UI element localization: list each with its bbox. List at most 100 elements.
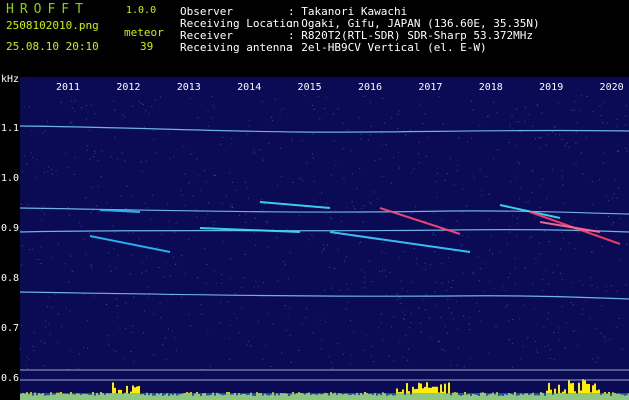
noise-dot bbox=[167, 203, 169, 205]
activity-base bbox=[578, 393, 580, 400]
noise-dot bbox=[227, 301, 229, 303]
noise-dot bbox=[381, 251, 383, 253]
noise-dot bbox=[454, 251, 456, 253]
noise-dot bbox=[506, 242, 508, 244]
noise-dot bbox=[424, 220, 426, 222]
activity-base bbox=[318, 393, 320, 400]
noise-dot bbox=[94, 152, 96, 154]
noise-dot bbox=[72, 270, 74, 272]
noise-dot bbox=[125, 302, 127, 304]
activity-base bbox=[322, 393, 324, 400]
activity-base bbox=[156, 393, 158, 400]
noise-dot bbox=[573, 219, 575, 221]
activity-base bbox=[508, 393, 510, 400]
noise-dot bbox=[57, 243, 59, 245]
noise-dot bbox=[322, 244, 324, 246]
noise-dot bbox=[282, 260, 284, 262]
noise-dot bbox=[43, 172, 45, 174]
noise-dot bbox=[433, 250, 435, 252]
activity-base bbox=[128, 393, 130, 400]
noise-dot bbox=[165, 263, 167, 265]
noise-dot bbox=[595, 327, 597, 329]
noise-dot bbox=[561, 175, 563, 177]
noise-dot bbox=[607, 216, 609, 218]
noise-dot bbox=[354, 208, 356, 210]
noise-dot bbox=[146, 257, 148, 259]
activity-base bbox=[448, 393, 450, 400]
activity-base bbox=[598, 393, 600, 400]
activity-base bbox=[332, 393, 334, 400]
noise-dot bbox=[213, 174, 215, 176]
noise-dot bbox=[492, 253, 494, 255]
noise-dot bbox=[508, 320, 510, 322]
noise-dot bbox=[252, 149, 254, 151]
activity-base bbox=[248, 393, 250, 400]
noise-dot bbox=[222, 241, 224, 243]
activity-base bbox=[596, 393, 598, 400]
noise-dot bbox=[255, 244, 257, 246]
activity-base bbox=[214, 393, 216, 400]
activity-base bbox=[470, 393, 472, 400]
noise-dot bbox=[281, 205, 283, 207]
noise-dot bbox=[545, 144, 547, 146]
noise-dot bbox=[126, 185, 128, 187]
activity-base bbox=[602, 393, 604, 400]
activity-base bbox=[44, 393, 46, 400]
activity-base bbox=[564, 393, 566, 400]
activity-base bbox=[412, 393, 414, 400]
noise-dot bbox=[323, 248, 325, 250]
activity-base bbox=[226, 393, 228, 400]
noise-dot bbox=[444, 326, 446, 328]
noise-dot bbox=[381, 98, 383, 100]
activity-base bbox=[206, 393, 208, 400]
noise-dot bbox=[467, 236, 469, 238]
noise-dot bbox=[625, 147, 627, 149]
noise-dot bbox=[125, 208, 127, 210]
noise-dot bbox=[263, 203, 265, 205]
noise-dot bbox=[547, 345, 549, 347]
noise-dot bbox=[215, 282, 217, 284]
noise-dot bbox=[361, 287, 363, 289]
noise-dot bbox=[601, 245, 603, 247]
noise-dot bbox=[399, 341, 401, 343]
noise-dot bbox=[113, 248, 115, 250]
noise-dot bbox=[553, 332, 555, 334]
activity-base bbox=[264, 393, 266, 400]
noise-dot bbox=[181, 255, 183, 257]
noise-dot bbox=[51, 306, 53, 308]
activity-base bbox=[104, 393, 106, 400]
activity-base bbox=[592, 393, 594, 400]
activity-base bbox=[380, 393, 382, 400]
noise-dot bbox=[502, 285, 504, 287]
activity-base bbox=[324, 393, 326, 400]
noise-dot bbox=[386, 294, 388, 296]
noise-dot bbox=[67, 206, 69, 208]
noise-dot bbox=[605, 285, 607, 287]
noise-dot bbox=[429, 337, 431, 339]
noise-dot bbox=[607, 200, 609, 202]
noise-dot bbox=[444, 350, 446, 352]
activity-base bbox=[94, 393, 96, 400]
noise-dot bbox=[192, 195, 194, 197]
noise-dot bbox=[603, 335, 605, 337]
noise-dot bbox=[261, 199, 263, 201]
activity-base bbox=[52, 393, 54, 400]
noise-dot bbox=[144, 310, 146, 312]
noise-dot bbox=[397, 128, 399, 130]
noise-dot bbox=[40, 246, 42, 248]
noise-dot bbox=[562, 184, 564, 186]
noise-dot bbox=[577, 345, 579, 347]
activity-base bbox=[608, 393, 610, 400]
activity-base bbox=[390, 393, 392, 400]
noise-dot bbox=[507, 277, 509, 279]
noise-dot bbox=[20, 324, 22, 326]
noise-dot bbox=[117, 255, 119, 257]
noise-dot bbox=[419, 322, 421, 324]
noise-dot bbox=[532, 283, 534, 285]
activity-base bbox=[388, 393, 390, 400]
noise-dot bbox=[432, 212, 434, 214]
activity-base bbox=[244, 393, 246, 400]
noise-dot bbox=[503, 289, 505, 291]
noise-dot bbox=[262, 159, 264, 161]
activity-base bbox=[434, 393, 436, 400]
